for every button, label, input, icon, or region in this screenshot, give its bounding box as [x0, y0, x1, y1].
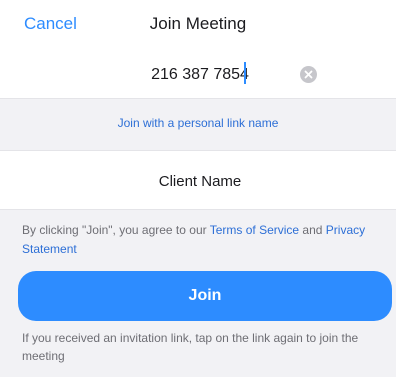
display-name-row: [0, 150, 396, 210]
text-caret: [244, 62, 246, 84]
navigation-bar: Cancel Join Meeting: [0, 0, 396, 51]
invitation-hint: If you received an invitation link, tap …: [22, 331, 359, 363]
personal-link-name-link[interactable]: Join with a personal link name: [0, 116, 396, 130]
display-name-input[interactable]: [60, 167, 340, 195]
terms-notice: By clicking "Join", you agree to our Ter…: [22, 221, 392, 259]
terms-middle: and: [299, 223, 326, 237]
join-meeting-screen: Cancel Join Meeting Join with a personal…: [0, 0, 396, 377]
join-button[interactable]: Join: [18, 271, 392, 321]
meeting-id-row: [0, 50, 396, 99]
terms-prefix: By clicking "Join", you agree to our: [22, 223, 210, 237]
terms-of-service-link[interactable]: Terms of Service: [210, 223, 299, 237]
page-title: Join Meeting: [149, 14, 247, 33]
meeting-id-input[interactable]: [80, 60, 320, 90]
clear-icon[interactable]: [300, 66, 317, 83]
